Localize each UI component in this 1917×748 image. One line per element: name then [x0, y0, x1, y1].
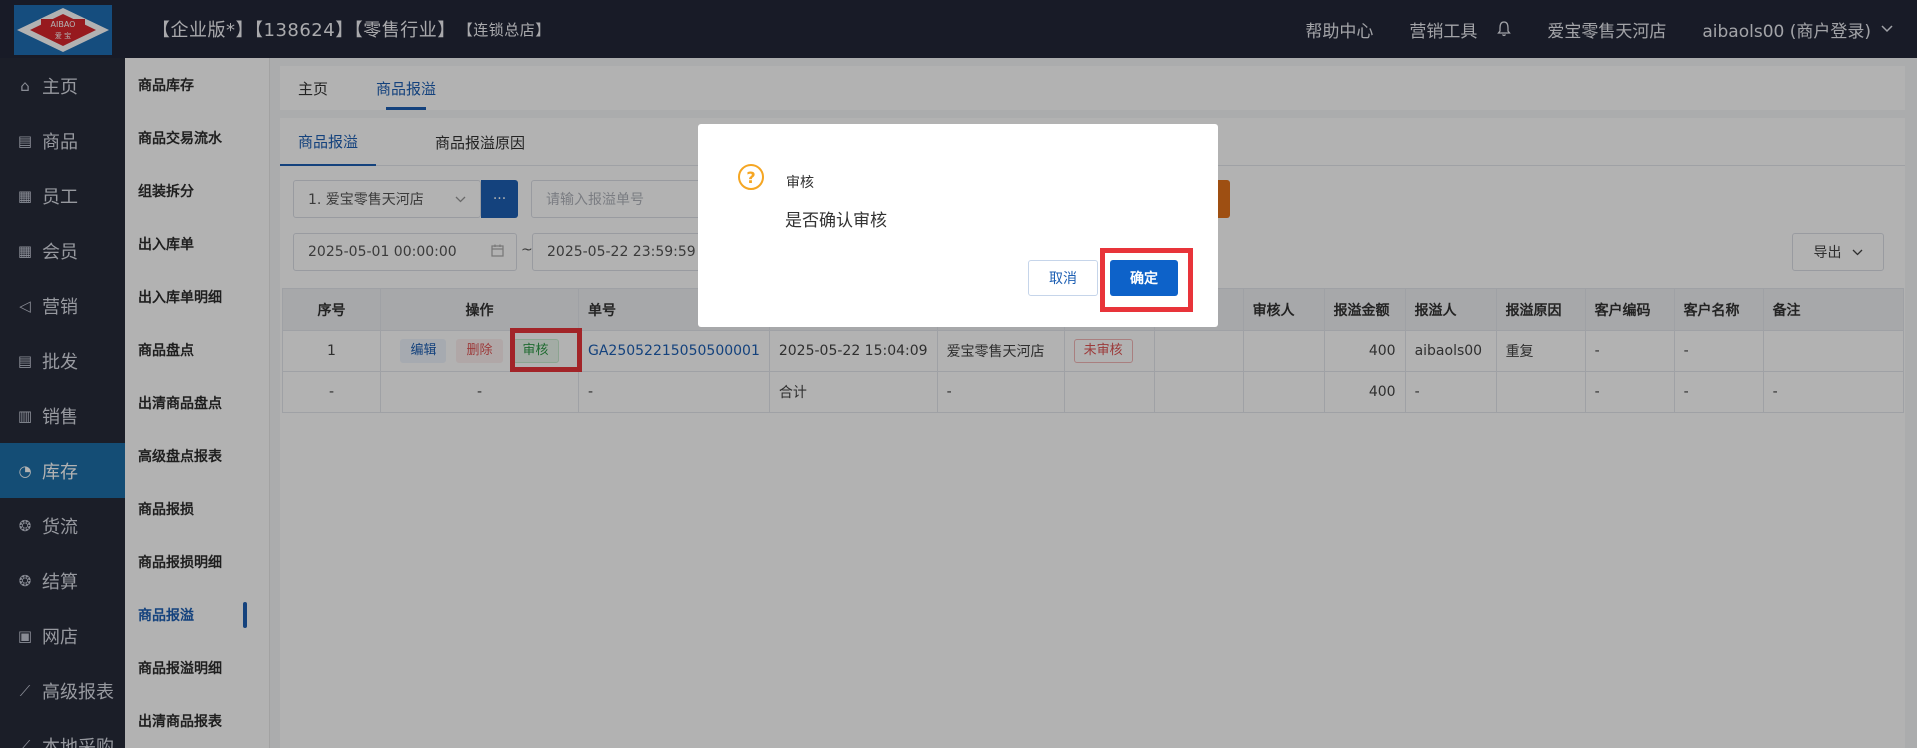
- dialog-title: 审核: [786, 175, 814, 191]
- confirm-dialog: ? 审核 是否确认审核 取消 确定: [698, 124, 1218, 327]
- cancel-button[interactable]: 取消: [1028, 260, 1098, 296]
- dialog-message: 是否确认审核: [785, 211, 887, 231]
- question-icon: ?: [738, 164, 764, 190]
- modal-overlay[interactable]: [0, 0, 1917, 748]
- confirm-button[interactable]: 确定: [1110, 260, 1178, 296]
